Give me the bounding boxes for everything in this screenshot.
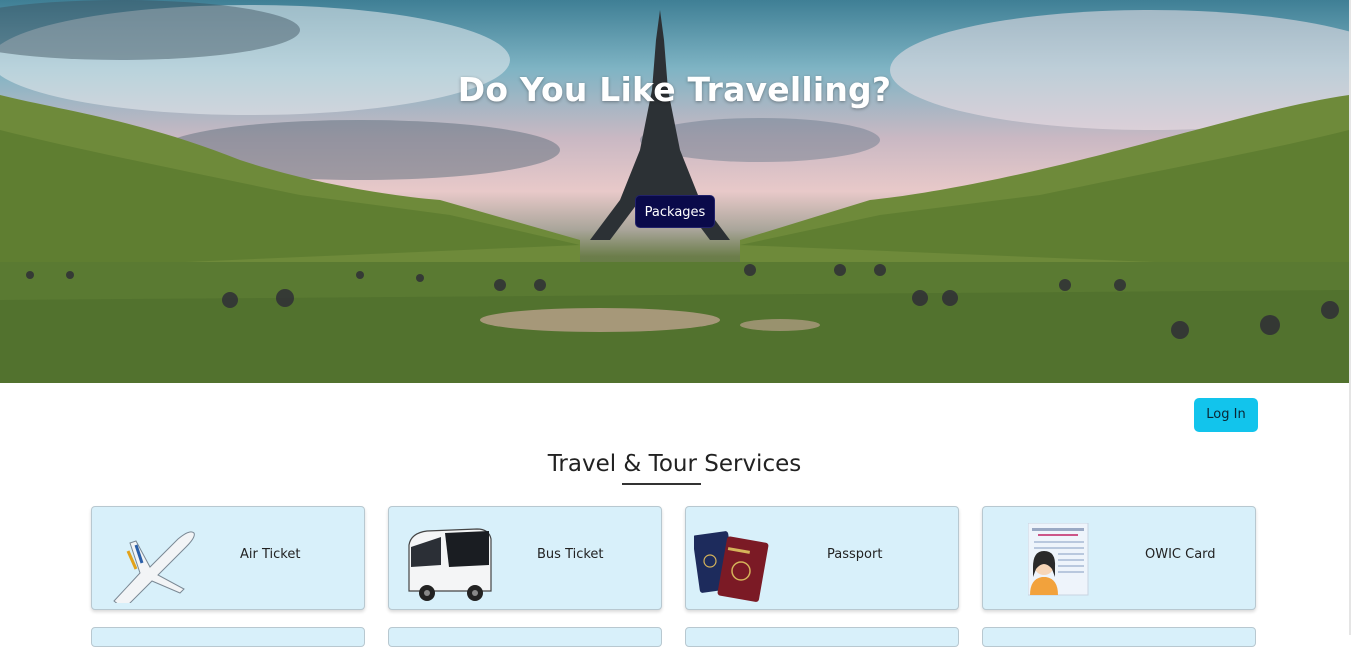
passport-icon: [694, 531, 769, 602]
section-title: Travel & Tour Services: [547, 451, 802, 477]
login-button[interactable]: Log In: [1194, 398, 1258, 432]
service-label: Passport: [827, 547, 883, 562]
service-label: Air Ticket: [240, 547, 301, 562]
service-card-passport[interactable]: Passport: [685, 506, 959, 610]
service-card-bus-ticket[interactable]: Bus Ticket: [388, 506, 662, 610]
hero-banner: Do You Like Travelling? Packages: [0, 0, 1349, 383]
service-card-row2-1[interactable]: [91, 627, 365, 647]
service-label: Bus Ticket: [537, 547, 604, 562]
service-card-row2-3[interactable]: [685, 627, 959, 647]
hero-background-image: [0, 0, 1349, 383]
service-card-owic-card[interactable]: OWIC Card: [982, 506, 1256, 610]
title-underline: [622, 483, 701, 485]
id-card-icon: [1028, 523, 1089, 596]
service-card-row2-2[interactable]: [388, 627, 662, 647]
bus-icon: [408, 528, 492, 601]
service-card-air-ticket[interactable]: Air Ticket: [91, 506, 365, 610]
service-label: OWIC Card: [1145, 547, 1216, 562]
hero-title: Do You Like Travelling?: [457, 70, 892, 109]
service-card-row2-4[interactable]: [982, 627, 1256, 647]
packages-button[interactable]: Packages: [635, 195, 715, 228]
airplane-icon: [113, 531, 195, 603]
